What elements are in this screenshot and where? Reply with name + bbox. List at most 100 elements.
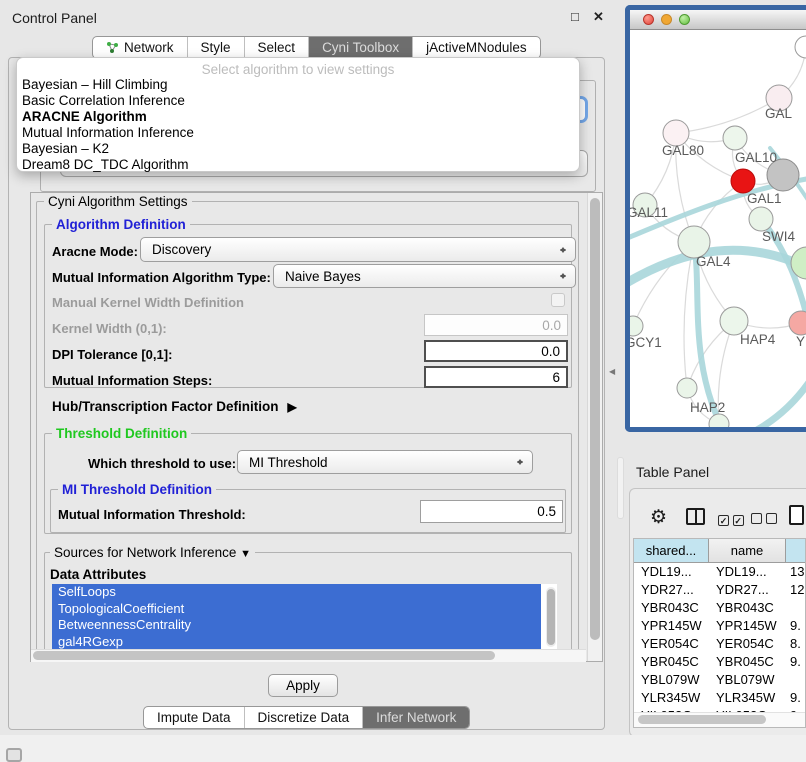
column-header-shared[interactable]: shared...: [634, 539, 709, 562]
network-node-swi4[interactable]: [749, 207, 773, 231]
table-cell[interactable]: 9.: [786, 689, 805, 707]
table-cell[interactable]: YBR043C: [634, 599, 709, 617]
splitter-collapse-icon[interactable]: ◀: [609, 367, 615, 376]
manual-kernel-checkbox[interactable]: [551, 293, 565, 307]
table-cell[interactable]: YBR045C: [634, 653, 709, 671]
attribute-item-topologicalcoefficient[interactable]: TopologicalCoefficient: [52, 601, 541, 618]
settings-horizontal-scrollbar-thumb[interactable]: [33, 651, 495, 660]
table-cell[interactable]: YPR145W: [709, 617, 786, 635]
table-cell[interactable]: 13: [786, 563, 805, 581]
aracne-mode-value: Discovery: [152, 242, 211, 257]
tab-impute-data[interactable]: Impute Data: [144, 707, 245, 728]
tab-jactivemnodules[interactable]: jActiveMNodules: [413, 37, 540, 58]
table-cell[interactable]: YDR27...: [709, 581, 786, 599]
collapsed-panel-icon[interactable]: [6, 748, 22, 762]
table-cell[interactable]: 12: [786, 581, 805, 599]
network-node-gal10[interactable]: [723, 126, 747, 150]
deselect-all-checks-icon[interactable]: [751, 512, 777, 527]
table-cell[interactable]: 9.: [786, 653, 805, 671]
network-node-gal1[interactable]: [731, 169, 755, 193]
mi-steps-field[interactable]: 6: [424, 366, 568, 388]
table-cell[interactable]: YBR045C: [709, 653, 786, 671]
table-row[interactable]: YBR045CYBR045C9.: [634, 653, 805, 671]
close-icon[interactable]: ✕: [593, 9, 604, 25]
network-icon: [106, 41, 119, 54]
dpi-tolerance-field[interactable]: 0.0: [424, 340, 568, 362]
splitter-handle[interactable]: [617, 457, 624, 519]
network-node-hap4[interactable]: [720, 307, 748, 335]
table-cell[interactable]: YLR345W: [709, 689, 786, 707]
table-cell[interactable]: YBL079W: [709, 671, 786, 689]
table-row[interactable]: YBR043CYBR043C: [634, 599, 805, 617]
tab-discretize-data[interactable]: Discretize Data: [245, 707, 364, 728]
sources-toggle[interactable]: Sources for Network Inference ▼: [50, 545, 255, 560]
zoom-traffic-light[interactable]: [679, 14, 690, 25]
network-view-window[interactable]: GALGAL80GAL10GAL1GAL11SWI4GAL4GCY1HAP4YH…: [625, 5, 806, 432]
tab-network[interactable]: Network: [93, 37, 188, 58]
network-node-y[interactable]: [789, 311, 806, 335]
table-row[interactable]: YPR145WYPR145W9.: [634, 617, 805, 635]
attributes-scrollbar-thumb[interactable]: [547, 589, 555, 645]
table-cell[interactable]: YDR27...: [634, 581, 709, 599]
float-window-icon[interactable]: □: [571, 9, 579, 24]
column-header-name[interactable]: name: [709, 539, 786, 562]
close-traffic-light[interactable]: [643, 14, 654, 25]
network-canvas[interactable]: GALGAL80GAL10GAL1GAL11SWI4GAL4GCY1HAP4YH…: [630, 30, 806, 428]
table-cell[interactable]: YBR043C: [709, 599, 786, 617]
network-window-titlebar[interactable]: [630, 10, 806, 30]
algorithm-option-bayesian-k2[interactable]: Bayesian – K2: [22, 141, 109, 157]
minimize-traffic-light[interactable]: [661, 14, 672, 25]
network-edge[interactable]: [676, 98, 779, 133]
attribute-item-selfloops[interactable]: SelfLoops: [52, 584, 541, 601]
table-cell[interactable]: YDL19...: [634, 563, 709, 581]
new-column-icon[interactable]: [789, 505, 804, 525]
network-node-gcy1[interactable]: [630, 316, 643, 336]
table-cell[interactable]: YBL079W: [634, 671, 709, 689]
control-panel-tabbar: NetworkStyle Select Cyni ToolboxjActiveMNo…: [92, 36, 541, 59]
which-threshold-select[interactable]: MI Threshold: [237, 450, 533, 474]
column-header-2[interactable]: [786, 539, 805, 562]
table-horizontal-scrollbar-thumb[interactable]: [638, 715, 766, 724]
table-cell[interactable]: [786, 671, 805, 689]
table-row[interactable]: YDL19...YDL19...13: [634, 563, 805, 581]
aracne-mode-select[interactable]: Discovery: [140, 237, 576, 262]
aracne-mode-label: Aracne Mode:: [52, 244, 138, 259]
table-cell[interactable]: YLR345W: [634, 689, 709, 707]
attribute-item-gal4rgexp[interactable]: gal4RGexp: [52, 634, 541, 651]
table-cell[interactable]: YPR145W: [634, 617, 709, 635]
network-node[interactable]: [795, 36, 806, 58]
hub-definition-toggle[interactable]: Hub/Transcription Factor Definition▶: [52, 399, 297, 414]
table-cell[interactable]: 9.: [786, 617, 805, 635]
network-node-hap2[interactable]: [677, 378, 697, 398]
algorithm-option-basic-correlation-inference[interactable]: Basic Correlation Inference: [22, 93, 185, 109]
network-node[interactable]: [709, 414, 729, 428]
algorithm-option-aracne-algorithm[interactable]: ARACNE Algorithm: [22, 109, 147, 125]
table-cell[interactable]: YER054C: [709, 635, 786, 653]
table-cell[interactable]: 8.: [786, 635, 805, 653]
table-row[interactable]: YLR345WYLR345W9.: [634, 689, 805, 707]
apply-button[interactable]: Apply: [268, 674, 338, 697]
tab-style[interactable]: Style: [188, 37, 245, 58]
table-row[interactable]: YDR27...YDR27...12: [634, 581, 805, 599]
attribute-item-betweennesscentrality[interactable]: BetweennessCentrality: [52, 617, 541, 634]
table-cell[interactable]: [786, 599, 805, 617]
table-row[interactable]: YBL079WYBL079W: [634, 671, 805, 689]
network-edge[interactable]: [684, 242, 694, 388]
table-row[interactable]: YER054CYER054C8.: [634, 635, 805, 653]
algorithm-option-mutual-information-inference[interactable]: Mutual Information Inference: [22, 125, 194, 141]
tab-infer-network[interactable]: Infer Network: [363, 707, 469, 728]
algorithm-option-bayesian-hill-climbing[interactable]: Bayesian – Hill Climbing: [22, 77, 168, 93]
settings-vertical-scrollbar-thumb[interactable]: [590, 198, 600, 640]
tab-label: Select: [258, 40, 296, 55]
columns-icon[interactable]: [686, 508, 705, 525]
tab-select[interactable]: Select: [245, 37, 310, 58]
algorithm-option-dream8-dc-tdc-algorithm[interactable]: Dream8 DC_TDC Algorithm: [22, 157, 189, 173]
gear-icon[interactable]: ⚙: [650, 506, 667, 529]
kernel-width-field[interactable]: 0.0: [424, 314, 568, 336]
mi-type-select[interactable]: Naive Bayes: [273, 264, 576, 288]
tab-cyni-toolbox[interactable]: Cyni Toolbox: [309, 37, 413, 58]
table-cell[interactable]: YER054C: [634, 635, 709, 653]
select-all-checks-icon[interactable]: ✓ ✓: [718, 512, 744, 527]
mi-threshold-field[interactable]: 0.5: [420, 500, 563, 523]
table-cell[interactable]: YDL19...: [709, 563, 786, 581]
